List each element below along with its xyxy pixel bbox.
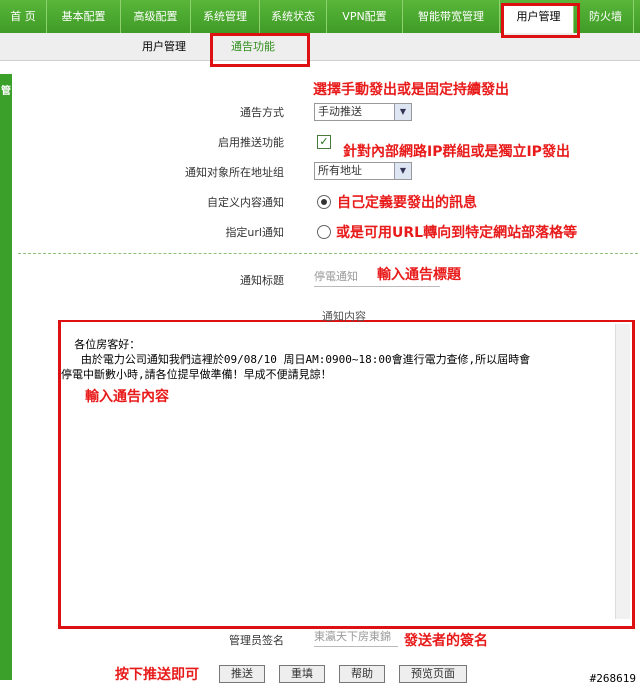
annotation-url: 或是可用URL轉向到特定網站部落格等 <box>336 225 578 241</box>
tab-bandwidth-management[interactable]: 智能带宽管理 <box>403 0 500 33</box>
tab-basic-config[interactable]: 基本配置 <box>47 0 121 33</box>
chevron-down-icon: ▼ <box>394 104 411 120</box>
tab-firewall[interactable]: 防火墙 <box>578 0 634 33</box>
target-group-label: 通知对象所在地址组 <box>185 166 284 179</box>
tab-home[interactable]: 首 页 <box>0 0 47 33</box>
tab-vpn-config[interactable]: VPN配置 <box>327 0 403 33</box>
annotation-push: 按下推送即可 <box>115 667 199 683</box>
help-button[interactable]: 帮助 <box>339 665 385 683</box>
url-notify-radio[interactable] <box>317 225 331 239</box>
annotation-signature: 發送者的簽名 <box>404 633 488 649</box>
enable-push-label: 启用推送功能 <box>218 136 284 149</box>
preview-button[interactable]: 预览页面 <box>399 665 467 683</box>
notify-mode-label: 通告方式 <box>240 106 284 119</box>
highlight-notice-function <box>210 33 310 67</box>
sidebar-glyph: 管 <box>1 86 11 97</box>
url-notify-label: 指定url通知 <box>225 226 284 239</box>
target-group-select[interactable]: 所有地址 ▼ <box>314 162 412 180</box>
content-textarea[interactable]: 各位房客好： 由於電力公司通知我們這裡於09/08/10 周日AM:0900~1… <box>61 322 632 625</box>
subtab-user-management[interactable]: 用户管理 <box>142 33 186 60</box>
custom-content-label: 自定义内容通知 <box>207 196 284 209</box>
textarea-scrollbar[interactable] <box>615 324 630 619</box>
annotation-content: 輸入通告內容 <box>85 389 169 405</box>
annotation-target: 針對內部網路IP群組或是獨立IP發出 <box>343 144 570 160</box>
notify-mode-select[interactable]: 手动推送 ▼ <box>314 103 412 121</box>
tab-advanced-config[interactable]: 高级配置 <box>121 0 191 33</box>
content-text: 各位房客好： 由於電力公司通知我們這裡於09/08/10 周日AM:0900~1… <box>61 338 531 381</box>
custom-content-radio[interactable] <box>317 195 331 209</box>
signature-label: 管理员签名 <box>229 634 284 647</box>
title-label: 通知标题 <box>240 274 284 287</box>
highlight-user-management <box>501 3 580 38</box>
signature-input[interactable]: 東瀛天下房東錦 <box>314 628 398 647</box>
tab-system-management[interactable]: 系统管理 <box>191 0 260 33</box>
left-sidebar: 管 <box>0 74 12 680</box>
notify-mode-value: 手动推送 <box>318 105 362 118</box>
enable-push-checkbox[interactable]: ✓ <box>317 135 331 149</box>
chevron-down-icon: ▼ <box>394 163 411 179</box>
reset-button[interactable]: 重填 <box>279 665 325 683</box>
checkmark-icon: ✓ <box>319 135 329 148</box>
section-divider <box>18 253 638 254</box>
tab-system-status[interactable]: 系统状态 <box>260 0 327 33</box>
annotation-mode: 選擇手動發出或是固定持續發出 <box>313 82 509 98</box>
watermark: #268619 <box>589 672 636 685</box>
target-group-value: 所有地址 <box>318 164 362 177</box>
push-button[interactable]: 推送 <box>219 665 265 683</box>
annotation-title: 輸入通告標題 <box>377 267 461 283</box>
annotation-custom: 自己定義要發出的訊息 <box>337 195 477 211</box>
